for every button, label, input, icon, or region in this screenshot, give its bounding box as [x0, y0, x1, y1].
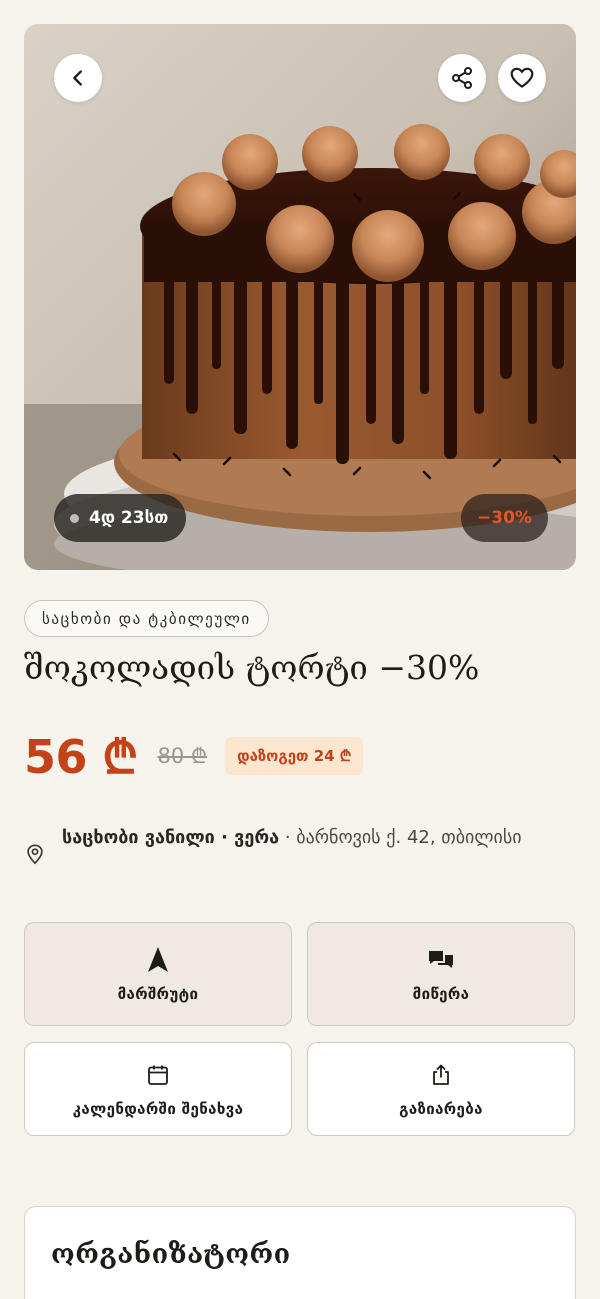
organizer-card: ორგანიზატორი — [24, 1206, 576, 1299]
organizer-heading: ორგანიზატორი — [51, 1239, 291, 1270]
savings-badge: დაზოგეთ 24 ₾ — [225, 737, 364, 775]
upload-icon — [433, 1064, 449, 1085]
cake-photo — [24, 24, 576, 570]
favorite-button[interactable] — [498, 54, 546, 102]
location-row[interactable]: საცხობი ვანილი · ვერა · ბარნოვის ქ. 42, … — [24, 822, 564, 866]
message-button[interactable]: მიწერა — [307, 922, 575, 1026]
venue-address: · ბარნოვის ქ. 42, თბილისი — [279, 827, 522, 848]
message-label: მიწერა — [412, 985, 470, 1003]
share-icon — [452, 67, 472, 89]
back-button[interactable] — [54, 54, 102, 102]
old-price: 80 ₾ — [157, 744, 208, 768]
current-price: 56 ₾ — [24, 730, 138, 784]
route-label: მარშრუტი — [117, 985, 199, 1003]
price-row: 56 ₾ 80 ₾ დაზოგეთ 24 ₾ — [24, 724, 364, 788]
share-button[interactable] — [438, 54, 486, 102]
heart-icon — [510, 67, 534, 88]
route-button[interactable]: მარშრუტი — [24, 922, 292, 1026]
calendar-icon — [148, 1065, 168, 1085]
venue-name: საცხობი ვანილი · ვერა — [62, 827, 280, 848]
share-label: გაზიარება — [399, 1100, 483, 1118]
pin-icon — [27, 844, 43, 865]
time-remaining-text: 4დ 23სთ — [89, 508, 169, 528]
category-chip[interactable]: საცხობი და ტკბილეული — [24, 600, 269, 637]
time-remaining-badge: 4დ 23სთ — [54, 494, 187, 542]
share-deal-button[interactable]: გაზიარება — [307, 1042, 575, 1136]
deal-detail-page: 4დ 23სთ −30% საცხობი და ტკბილეული შოკოლა… — [0, 0, 600, 1299]
discount-badge: −30% — [461, 494, 548, 542]
location-text: საცხობი ვანილი · ვერა · ბარნოვის ქ. 42, … — [62, 822, 522, 854]
deal-title: შოკოლადის ტორტი −30% — [24, 648, 480, 687]
back-icon — [73, 70, 82, 86]
navigation-arrow-icon — [148, 947, 168, 972]
chat-icon — [429, 951, 453, 968]
calendar-label: კალენდარში შენახვა — [72, 1100, 244, 1118]
save-to-calendar-button[interactable]: კალენდარში შენახვა — [24, 1042, 292, 1136]
timer-dot-icon — [70, 513, 79, 523]
hero-image: 4დ 23სთ −30% — [24, 24, 576, 570]
